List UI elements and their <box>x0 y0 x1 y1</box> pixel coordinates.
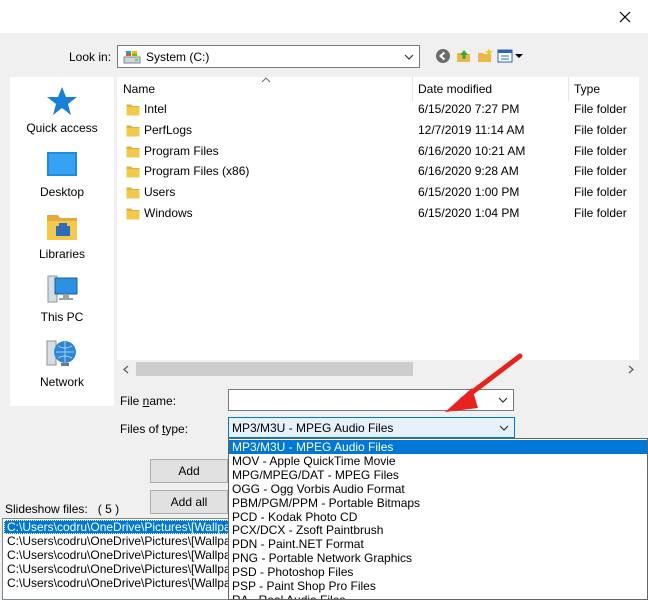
filename-label: File name: <box>120 394 177 408</box>
filetype-value: MP3/M3U - MPEG Audio Files <box>232 420 394 435</box>
table-row[interactable]: Program Files (x86) 6/16/2020 9:28 AM File… <box>117 161 639 182</box>
filetype-label: Files of type: <box>120 422 189 436</box>
slideshow-list[interactable]: C:\Users\codru\OneDrive\Pictures\[Wallpa… <box>2 518 230 600</box>
folder-icon <box>126 146 140 158</box>
scroll-right-button[interactable] <box>622 360 639 378</box>
folder-icon <box>126 166 140 178</box>
file-name: Users <box>144 185 176 200</box>
place-this-pc[interactable]: This PC <box>10 274 114 324</box>
column-header-date[interactable]: Date modified <box>418 77 492 101</box>
libraries-icon <box>47 215 77 240</box>
filetype-dropdown-list[interactable]: MP3/M3U - MPEG Audio Files MOV - Apple Qu… <box>228 438 648 600</box>
chevron-right-icon <box>628 365 634 373</box>
view-menu-icon <box>497 49 523 63</box>
place-desktop[interactable]: Desktop <box>10 149 114 199</box>
chevron-left-icon <box>122 365 128 373</box>
file-date: 6/15/2020 1:04 PM <box>418 206 520 220</box>
file-type: File folder <box>574 206 627 220</box>
file-type: File folder <box>574 164 627 179</box>
title-bar <box>0 0 648 33</box>
table-row[interactable]: Program Files 6/16/2020 10:21 AM File fold… <box>117 141 639 162</box>
filetype-option[interactable]: PSD - Photoshop Files <box>229 565 647 579</box>
file-type: File folder <box>574 185 627 200</box>
file-date: 6/16/2020 10:21 AM <box>418 143 526 158</box>
table-row[interactable]: PerfLogs 12/7/2019 11:14 AM File folder <box>117 120 639 141</box>
filetype-option[interactable]: MPG/MPEG/DAT - MPEG Files <box>229 468 647 482</box>
filetype-option[interactable]: PSP - Paint Shop Pro Files <box>229 579 647 593</box>
chevron-down-icon <box>399 46 419 67</box>
folder-icon <box>126 104 140 116</box>
network-icon <box>46 340 76 366</box>
drive-icon <box>123 50 141 63</box>
chevron-down-icon <box>494 425 514 431</box>
filetype-option[interactable]: PNG - Portable Network Graphics <box>229 551 647 565</box>
file-type: File folder <box>574 102 627 116</box>
filetype-option[interactable]: MP3/M3U - MPEG Audio Files <box>229 440 647 454</box>
up-folder-button[interactable] <box>454 45 474 67</box>
column-header-type[interactable]: Type <box>574 77 600 101</box>
slideshow-label: Slideshow files: ( 5 ) <box>5 502 120 516</box>
folder-icon <box>126 125 140 137</box>
folder-icon <box>126 187 140 199</box>
table-row[interactable]: Intel 6/15/2020 7:27 PM File folder <box>117 99 639 120</box>
filetype-option[interactable]: PCD - Kodak Photo CD <box>229 510 647 524</box>
table-row[interactable]: Windows 6/15/2020 1:04 PM File folder <box>117 203 639 224</box>
add-all-button[interactable]: Add all <box>150 490 228 514</box>
file-date: 6/15/2020 7:27 PM <box>418 102 520 116</box>
new-folder-icon <box>478 48 493 62</box>
place-libraries[interactable]: Libraries <box>10 211 114 261</box>
folder-icon <box>126 208 140 220</box>
list-item[interactable]: C:\Users\codru\OneDrive\Pictures\[Wallpa… <box>4 520 229 534</box>
star-icon <box>47 87 77 115</box>
file-date: 6/16/2020 9:28 AM <box>418 164 519 179</box>
slideshow-count: ( 5 ) <box>97 502 120 516</box>
place-quick-access[interactable]: Quick access <box>10 85 114 135</box>
file-date: 12/7/2019 11:14 AM <box>418 122 525 137</box>
list-item[interactable]: C:\Users\codru\OneDrive\Pictures\[Wallpa… <box>4 534 229 548</box>
column-header-name[interactable]: Name <box>123 77 155 101</box>
new-folder-button[interactable] <box>475 45 495 67</box>
column-divider[interactable] <box>412 77 413 101</box>
filetype-option[interactable]: PBM/PGM/PPM - Portable Bitmaps <box>229 496 647 510</box>
list-item[interactable]: C:\Users\codru\OneDrive\Pictures\[Wallpa… <box>4 562 229 576</box>
file-type: File folder <box>574 143 627 158</box>
file-date: 6/15/2020 1:00 PM <box>418 185 520 200</box>
list-item[interactable]: C:\Users\codru\OneDrive\Pictures\[Wallpa… <box>4 576 229 590</box>
lookin-value: System (C:) <box>146 49 210 64</box>
file-name: PerfLogs <box>144 122 193 137</box>
place-network[interactable]: Network <box>10 337 114 389</box>
column-divider[interactable] <box>568 77 569 101</box>
horizontal-scrollbar[interactable] <box>117 360 639 378</box>
filetype-option[interactable]: MOV - Apple QuickTime Movie <box>229 454 647 468</box>
view-menu-button[interactable] <box>497 45 523 67</box>
desktop-icon <box>47 152 77 176</box>
back-icon <box>436 49 450 63</box>
list-item[interactable]: C:\Users\codru\OneDrive\Pictures\[Wallpa… <box>4 548 229 562</box>
filetype-option[interactable]: OGG - Ogg Vorbis Audio Format <box>229 482 647 496</box>
file-name: Program Files (x86) <box>144 164 250 179</box>
file-name: Windows <box>144 206 193 220</box>
add-button[interactable]: Add <box>150 459 228 483</box>
filetype-option[interactable]: PCX/DCX - Zsoft Paintbrush <box>229 523 647 537</box>
back-button[interactable] <box>433 45 453 67</box>
up-folder-icon <box>457 50 470 62</box>
scroll-left-button[interactable] <box>117 360 134 378</box>
lookin-combo[interactable]: System (C:) <box>117 45 420 68</box>
lookin-label: Look in: <box>69 50 112 64</box>
close-icon <box>619 11 631 22</box>
close-button[interactable] <box>602 0 648 33</box>
filetype-option[interactable]: PDN - Paint.NET Format <box>229 537 647 551</box>
file-name: Program Files <box>144 143 219 158</box>
places-bar: Quick access Desktop Libraries This PC N… <box>10 77 114 406</box>
scroll-thumb[interactable] <box>136 362 413 376</box>
sort-ascending-icon <box>261 77 271 83</box>
filetype-option[interactable]: RA - Real Audio Files <box>229 593 647 599</box>
file-type: File folder <box>574 122 627 137</box>
file-name: Intel <box>144 102 167 116</box>
table-row[interactable]: Users 6/15/2020 1:00 PM File folder <box>117 182 639 203</box>
annotation-arrow-icon <box>445 353 523 412</box>
computer-icon <box>47 275 78 303</box>
file-list[interactable]: Name Date modified Type Intel 6/15/2020 7… <box>117 77 639 378</box>
